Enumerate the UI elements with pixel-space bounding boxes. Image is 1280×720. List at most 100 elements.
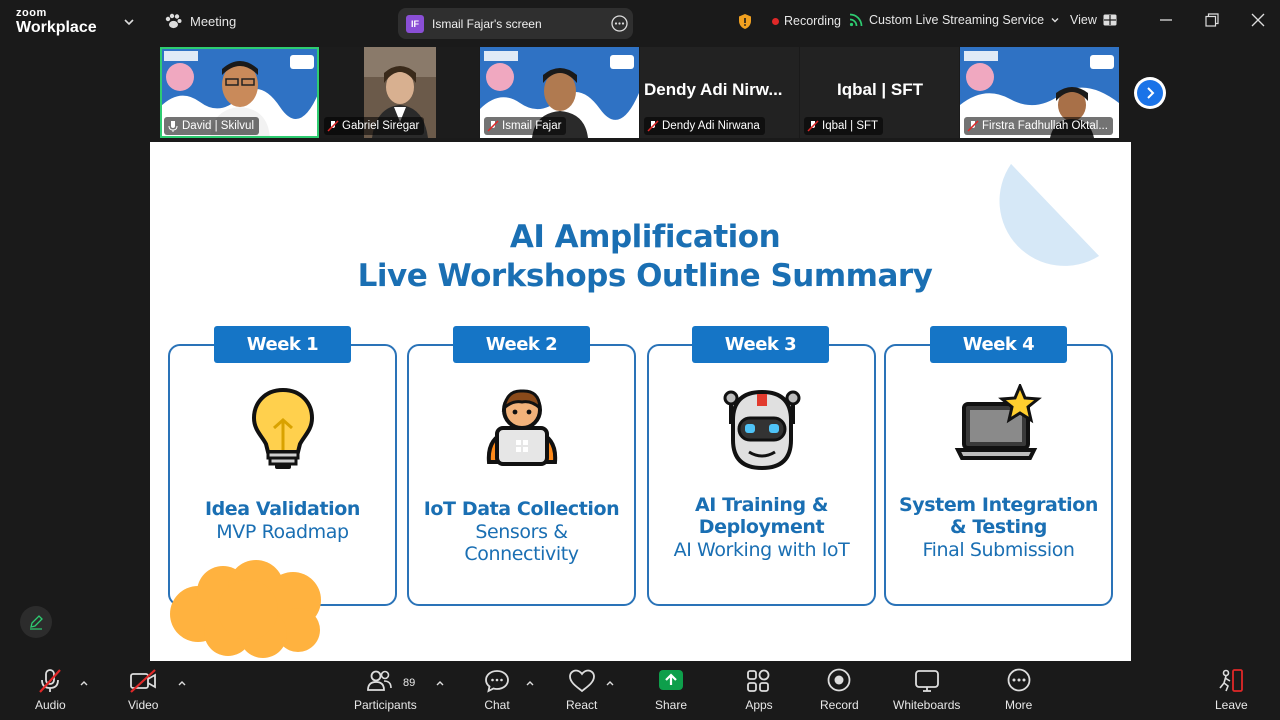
participant-tile[interactable]: Firstra Fadhullah Oktal... [960,47,1119,138]
more-icon [1007,668,1031,692]
chevron-up-icon[interactable] [435,678,445,688]
chevron-up-icon[interactable] [525,678,535,688]
participant-name: Firstra Fadhullah Oktal... [982,120,1108,132]
screen-share-indicator[interactable]: IF Ismail Fajar's screen [398,8,633,39]
participant-name-tag: Firstra Fadhullah Oktal... [964,117,1113,135]
participants-icon [367,670,393,691]
zoom-workplace-logo[interactable]: zoom Workplace [16,8,97,36]
participant-tile[interactable]: Iqbal | SFT Iqbal | SFT [800,47,959,138]
leave-label: Leave [1215,698,1248,712]
participant-name: David | Skilvul [182,120,255,132]
more-options-icon[interactable] [611,15,628,32]
live-streaming-menu[interactable]: Custom Live Streaming Service [849,13,1060,27]
video-button[interactable]: Video [128,668,158,712]
pencil-icon [30,615,43,630]
participant-name-tag: Dendy Adi Nirwana [644,117,765,135]
annotate-pencil-button[interactable] [20,606,52,638]
participant-tile[interactable]: David | Skilvul [160,47,319,138]
heart-icon [568,669,595,693]
record-button[interactable]: Record [820,668,859,712]
record-label: Record [820,698,859,712]
week-tag: Week 4 [930,326,1067,363]
next-page-button[interactable] [1134,77,1166,109]
week-card: System Integration & Testing Final Submi… [884,344,1113,606]
decorative-cloud-blob [170,560,321,658]
whiteboards-button[interactable]: Whiteboards [893,668,960,712]
participants-button[interactable]: Participants [354,668,417,712]
chat-icon [485,670,509,693]
apps-icon [747,669,770,692]
security-shield-icon[interactable] [737,13,753,30]
chat-label: Chat [484,698,510,712]
top-bar: zoom Workplace Meeting IF Ismail Fajar's… [0,0,1280,46]
brand-large: Workplace [16,19,97,36]
person-with-laptop-icon [486,389,557,466]
participant-name: Dendy Adi Nirwana [662,120,760,132]
react-button[interactable]: React [566,668,597,712]
react-label: React [566,698,598,712]
participant-name: Gabriel Siregar [342,120,420,132]
week-subheading-line: AI Working with IoT [673,539,850,561]
week-heading-line: Idea Validation [204,498,361,520]
week-subheading-line: MVP Roadmap [216,521,349,543]
robot-icon [723,389,800,471]
week-heading-line: & Testing [950,516,1047,538]
whiteboards-label: Whiteboards [893,698,961,712]
participant-name-tag: David | Skilvul [164,117,260,135]
close-icon[interactable] [1250,12,1266,28]
more-label: More [1005,698,1033,712]
week-subheading-line: Sensors & [475,521,568,543]
view-menu-button[interactable]: View [1070,13,1117,27]
week-subheading-line: Connectivity [464,543,579,565]
participant-tile[interactable]: Ismail Fajar [480,47,639,138]
live-stream-icon [849,13,863,27]
week-heading: System Integration & Testing [886,494,1111,538]
participant-name-tag: Gabriel Siregar [324,117,425,135]
muted-mic-icon [487,120,499,132]
participant-count: 89 [403,677,416,689]
share-label: Share [655,698,688,712]
audio-button[interactable]: Audio [35,668,66,712]
participant-display-name: Iqbal | SFT [837,80,923,99]
chevron-down-icon [1051,18,1059,23]
week-heading: AI Training & Deployment [649,494,874,538]
grid-view-icon [1103,14,1117,26]
laptop-with-star-icon [954,384,1042,460]
muted-mic-icon [647,120,659,132]
week-subheading: AI Working with IoT [649,539,874,561]
view-label: View [1070,13,1097,27]
recording-label: Recording [784,14,841,28]
leave-button[interactable]: Leave [1215,668,1248,712]
restore-icon[interactable] [1204,12,1220,28]
participant-tile[interactable]: Dendy Adi Nirw... Dendy Adi Nirwana [640,47,799,138]
week-card: AI Training & Deployment AI Working with… [647,344,876,606]
chevron-down-icon[interactable] [122,15,136,29]
week-heading-line: System Integration [898,494,1099,516]
week-card: IoT Data Collection Sensors & Connectivi… [407,344,636,606]
muted-mic-icon [327,120,339,132]
meeting-info-button[interactable]: Meeting [164,13,236,29]
muted-mic-icon [807,120,819,132]
meeting-label: Meeting [190,13,237,29]
week-tag: Week 3 [692,326,829,363]
chevron-up-icon[interactable] [79,678,89,688]
chat-button[interactable]: Chat [484,668,510,712]
week-heading-line: IoT Data Collection [423,498,620,520]
recording-indicator[interactable]: Recording [772,14,841,28]
chevron-up-icon[interactable] [177,678,187,688]
week-subheading: Sensors & Connectivity [409,521,634,565]
share-button[interactable]: Share [655,668,687,712]
participant-name: Iqbal | SFT [822,120,879,132]
apps-label: Apps [745,698,773,712]
more-button[interactable]: More [1005,668,1032,712]
minimize-icon[interactable] [1158,12,1174,28]
week-subheading-line: Final Submission [922,539,1075,561]
recording-dot-icon [772,17,779,25]
muted-mic-icon [967,120,979,132]
participant-name-tag: Iqbal | SFT [804,117,884,135]
record-icon [827,668,851,692]
active-speaker-icon [168,121,178,132]
apps-button[interactable]: Apps [745,668,773,712]
participant-tile[interactable]: Gabriel Siregar [320,47,479,138]
chevron-up-icon[interactable] [605,678,615,688]
